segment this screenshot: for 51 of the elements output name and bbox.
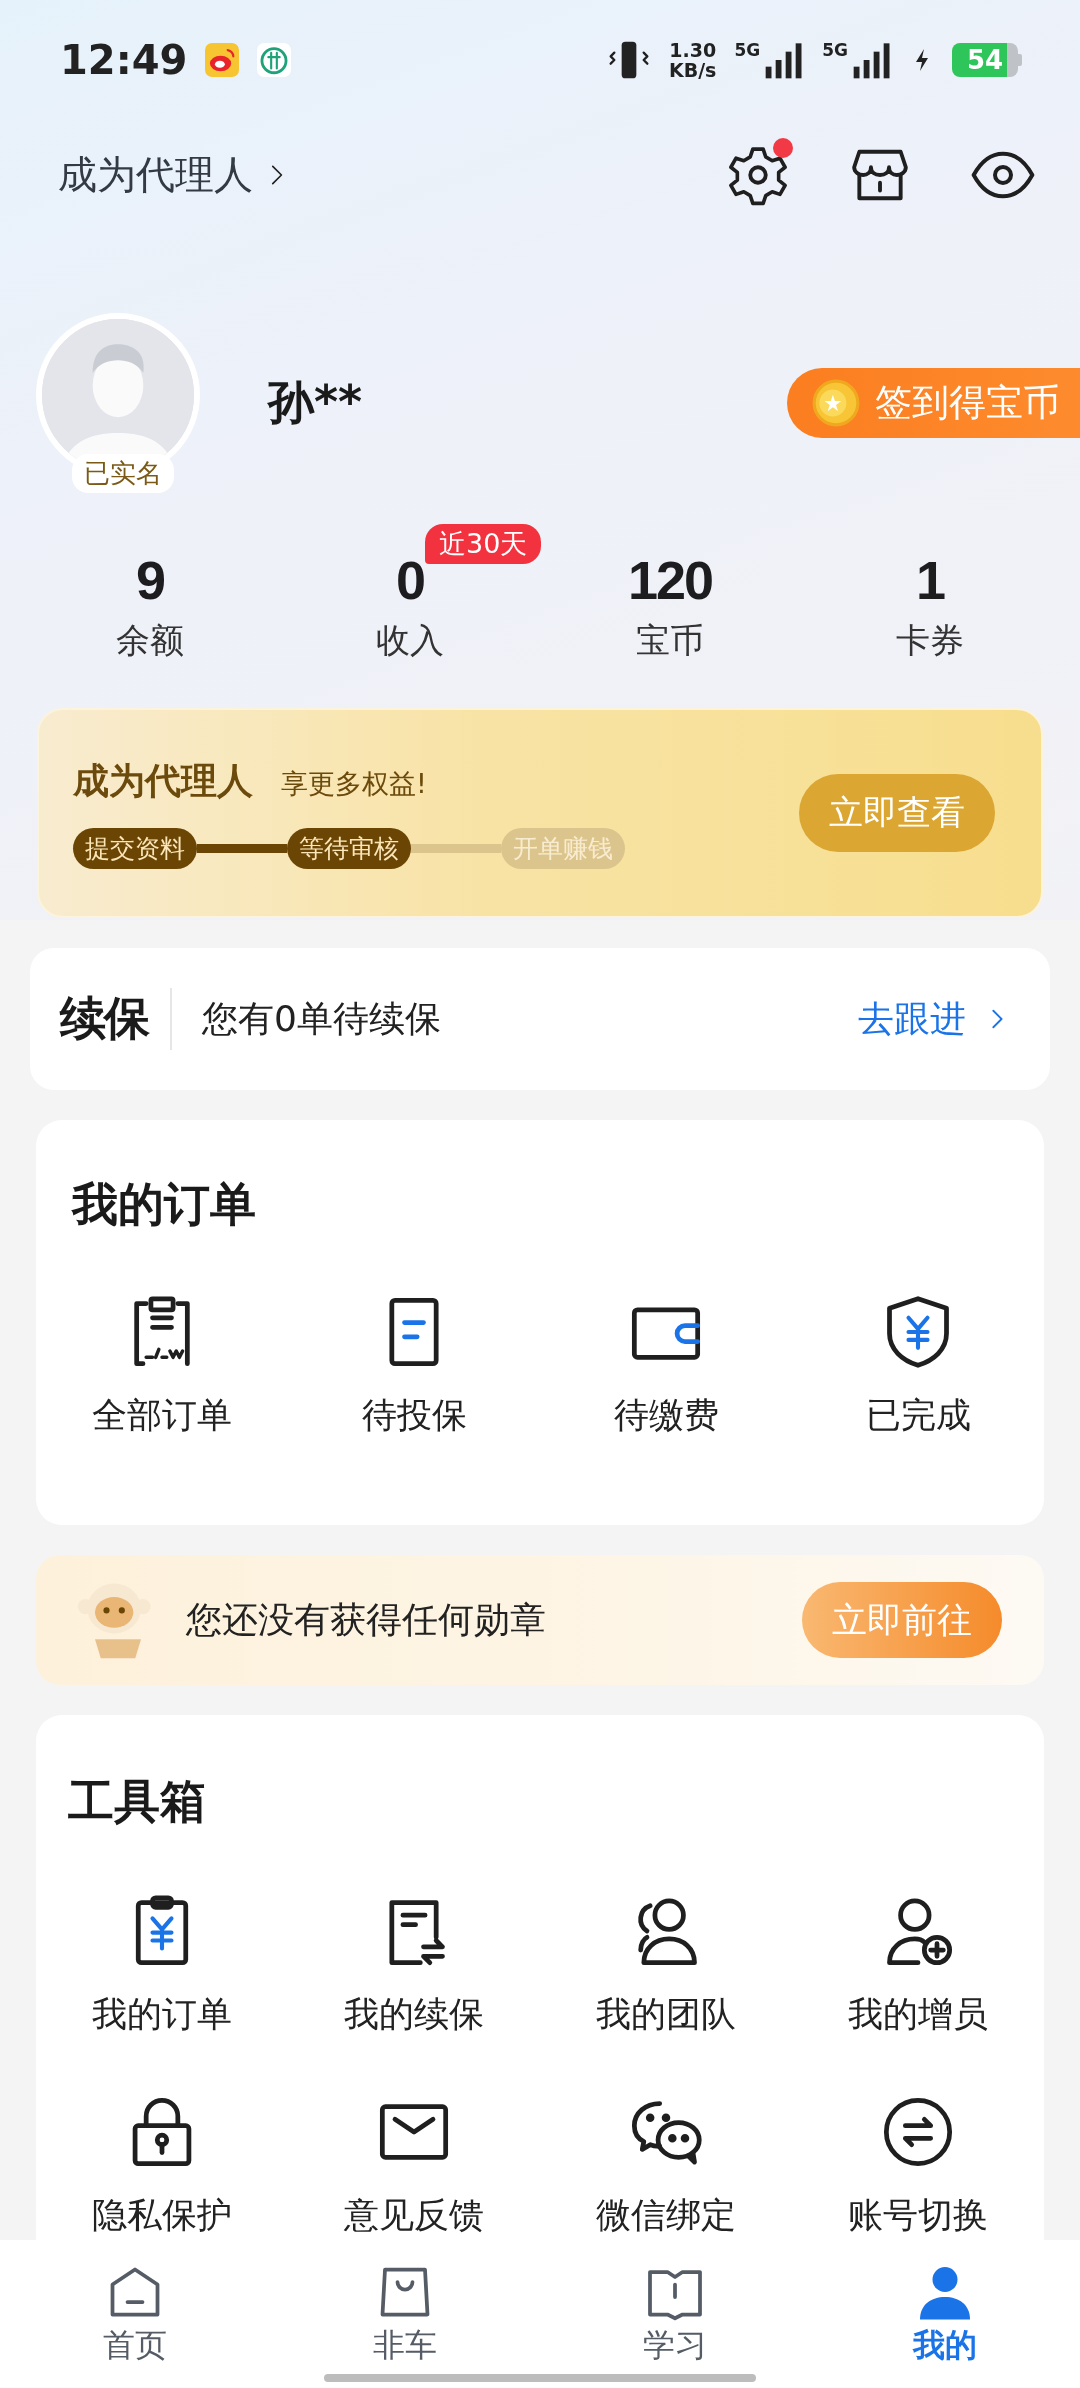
coin-icon bbox=[811, 378, 861, 428]
follow-up-link[interactable]: 去跟进 bbox=[858, 994, 1008, 1044]
order-shortcut[interactable]: 待投保 bbox=[288, 1294, 540, 1439]
network-type: 5G bbox=[734, 40, 761, 60]
stat-value: 0 bbox=[395, 549, 424, 612]
signal-icon bbox=[764, 40, 805, 80]
nav-tab[interactable]: 学习 bbox=[540, 2240, 810, 2388]
tool-shortcut[interactable]: 意见反馈 bbox=[288, 2094, 540, 2239]
renewal-logo: 续保 bbox=[60, 988, 172, 1050]
stat-value: 120 bbox=[627, 549, 713, 612]
nav-tab[interactable]: 非车 bbox=[270, 2240, 540, 2388]
section-title: 我的订单 bbox=[70, 1176, 256, 1233]
nav-tab[interactable]: 我的 bbox=[810, 2240, 1080, 2388]
app-notification-icon bbox=[257, 43, 292, 77]
stat-label: 宝币 bbox=[636, 619, 704, 662]
agent-link[interactable]: 成为代理人 bbox=[58, 148, 667, 202]
tool-shortcut[interactable]: 我的续保 bbox=[288, 1893, 540, 2038]
banner-title: 成为代理人 bbox=[73, 759, 253, 803]
stat-label: 收入 bbox=[376, 619, 444, 662]
progress-step: 等待审核 bbox=[287, 828, 411, 869]
user-name: 孙** bbox=[268, 374, 364, 431]
weibo-app-icon bbox=[205, 43, 240, 77]
battery-level: 54 bbox=[952, 43, 1018, 77]
tool-shortcut[interactable]: 我的团队 bbox=[540, 1893, 792, 2038]
signal-icon bbox=[852, 40, 892, 80]
stat-value: 9 bbox=[135, 549, 164, 612]
order-shortcut[interactable]: 待缴费 bbox=[540, 1294, 792, 1439]
period-tag: 近30天 bbox=[425, 524, 542, 564]
tool-shortcut[interactable]: 隐私保护 bbox=[36, 2094, 288, 2239]
tool-shortcut[interactable]: 我的订单 bbox=[36, 1893, 288, 2038]
tool-shortcut[interactable]: 我的增员 bbox=[792, 1893, 1044, 2038]
progress-step: 开单赚钱 bbox=[501, 828, 625, 869]
stat-value: 1 bbox=[915, 549, 944, 612]
medal-text: 您还没有获得任何勋章 bbox=[186, 1597, 547, 1642]
settings-icon[interactable] bbox=[727, 144, 789, 206]
tool-shortcut[interactable]: 账号切换 bbox=[792, 2094, 1044, 2239]
stat-label: 余额 bbox=[116, 619, 184, 662]
progress-step: 提交资料 bbox=[73, 828, 197, 869]
banner-subtitle: 享更多权益! bbox=[281, 767, 427, 801]
renewal-text: 您有0单待续保 bbox=[202, 996, 442, 1041]
network-type: 5G bbox=[822, 40, 848, 60]
order-shortcut[interactable]: 全部订单 bbox=[36, 1294, 288, 1439]
speed-unit: KB/s bbox=[668, 60, 717, 80]
tool-shortcut[interactable]: 微信绑定 bbox=[540, 2094, 792, 2239]
verified-badge: 已实名 bbox=[72, 454, 174, 493]
stat-label: 卡券 bbox=[896, 619, 964, 662]
section-title: 工具箱 bbox=[67, 1773, 206, 1830]
nav-tab[interactable]: 首页 bbox=[0, 2240, 270, 2388]
order-shortcut[interactable]: 已完成 bbox=[792, 1294, 1044, 1439]
status-time: 12:49 bbox=[60, 37, 188, 83]
network-speed: 1.30 bbox=[669, 40, 717, 60]
